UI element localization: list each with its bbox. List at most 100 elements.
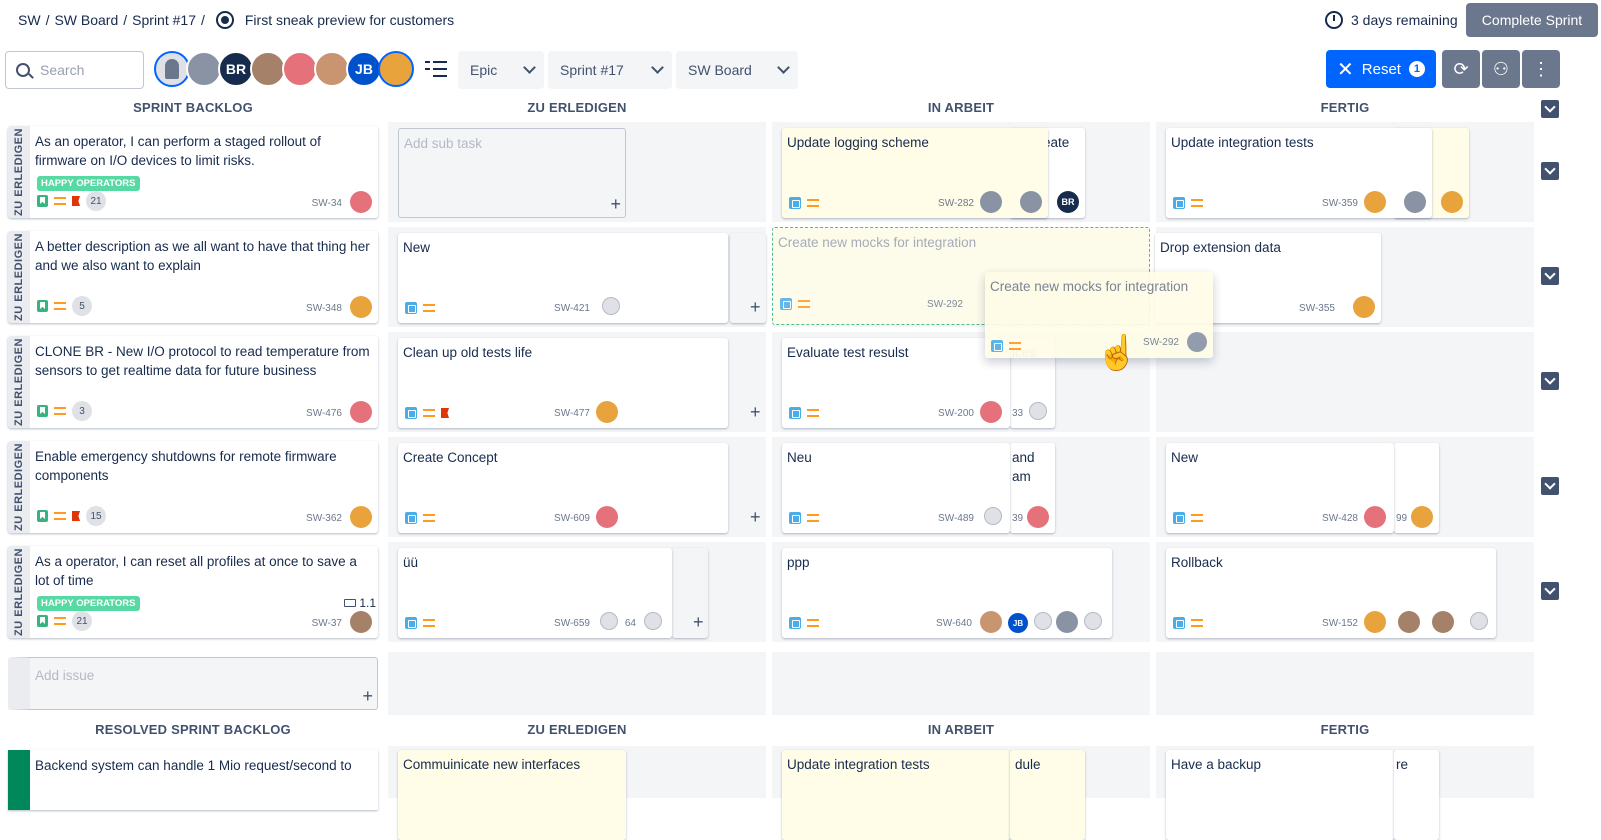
card-title: As an operator, I can perform a staged r… (35, 134, 321, 168)
subtask-card[interactable]: üü SW-659 64 (398, 548, 672, 638)
swimlane: ZU ERLEDIGEN CLONE BR - New I/O protocol… (0, 332, 1559, 432)
people-button[interactable]: ⚇ (1482, 50, 1520, 88)
issue-key[interactable]: SW-34 (312, 198, 342, 209)
avatar (644, 612, 662, 630)
search-input[interactable]: Search (5, 51, 144, 89)
avatar[interactable] (378, 51, 414, 87)
avatar-jb[interactable]: JB (346, 51, 382, 87)
fix-version: 1.1 (344, 596, 376, 610)
avatar (1034, 612, 1052, 630)
plus-icon[interactable]: + (610, 194, 621, 215)
subtask-card[interactable]: ppp SW-640 JB (782, 548, 1112, 638)
priority-icon (798, 300, 810, 308)
checklist-icon[interactable] (425, 58, 447, 80)
assignee-filter: BR JB (154, 51, 414, 87)
subtask-icon (405, 617, 417, 629)
avatar (596, 506, 618, 528)
subtask-card[interactable]: Rollback SW-152 (1166, 548, 1496, 638)
lane-toggle-button[interactable] (1541, 267, 1559, 285)
sprint-dropdown[interactable]: Sprint #17 (548, 51, 672, 89)
subtask-card[interactable]: Update integration tests (782, 750, 1010, 840)
lane-toggle-button[interactable] (1541, 477, 1559, 495)
subtask-count: 3 (72, 401, 92, 421)
subtask-card[interactable]: Evaluate test resulst SW-200 (782, 338, 1010, 428)
plus-icon[interactable]: + (750, 507, 761, 528)
subtask-icon (1173, 512, 1185, 524)
backlog-card[interactable]: ZU ERLEDIGEN Enable emergency shutdowns … (8, 441, 378, 533)
avatar (1029, 402, 1047, 420)
avatar (1470, 612, 1488, 630)
avatar-jb: JB (1008, 613, 1028, 633)
stacked-card[interactable]: re (1394, 750, 1439, 840)
avatar (1027, 506, 1049, 528)
avatar (1364, 611, 1386, 633)
complete-sprint-button[interactable]: Complete Sprint (1466, 3, 1598, 37)
avatar (1084, 612, 1102, 630)
subtask-icon (405, 512, 417, 524)
label-badge: HAPPY OPERATORS (37, 176, 140, 191)
backlog-card[interactable]: ZU ERLEDIGEN As a operator, I can reset … (8, 546, 378, 638)
subtask-card[interactable]: Create Concept SW-609 (398, 443, 728, 533)
priority-icon (807, 409, 819, 417)
avatar (596, 401, 618, 423)
plus-icon[interactable]: + (750, 402, 761, 423)
board-dropdown[interactable]: SW Board (676, 51, 798, 89)
subtask-card[interactable]: Clean up old tests life SW-477 (398, 338, 728, 428)
avatar (1404, 191, 1426, 213)
avatar (350, 611, 372, 633)
story-icon (37, 615, 48, 627)
filter-count-badge: 1 (1408, 61, 1425, 77)
swimlane: ZU ERLEDIGEN Enable emergency shutdowns … (0, 437, 1559, 537)
subtask-card[interactable]: Update logging scheme SW-282 (782, 128, 1048, 218)
collapse-all-button[interactable] (1541, 100, 1559, 118)
plus-icon[interactable]: + (362, 686, 373, 707)
subtask-icon (789, 512, 801, 524)
avatar[interactable] (250, 51, 286, 87)
avatar-br: BR (1057, 191, 1079, 213)
backlog-card[interactable]: ZU ERLEDIGEN CLONE BR - New I/O protocol… (8, 336, 378, 428)
avatar (980, 401, 1002, 423)
stacked-card[interactable]: dule (1010, 750, 1085, 840)
add-subtask-card[interactable]: Add sub task + (398, 128, 626, 218)
search-placeholder: Search (40, 62, 85, 78)
lane-toggle-button[interactable] (1541, 162, 1559, 180)
refresh-button[interactable]: ⟳ (1442, 50, 1480, 88)
subtask-card[interactable]: Neu SW-489 (782, 443, 1010, 533)
backlog-card[interactable]: ZU ERLEDIGEN A better description as we … (8, 231, 378, 323)
plus-icon[interactable]: + (750, 297, 761, 318)
avatar[interactable] (282, 51, 318, 87)
epic-dropdown[interactable]: Epic (458, 51, 544, 89)
breadcrumb-sprint[interactable]: Sprint #17 (132, 12, 196, 28)
more-button[interactable]: ⋮ (1522, 50, 1560, 88)
stacked-card[interactable]: and am 39 (1010, 443, 1055, 533)
remaining-text: 3 days remaining (1351, 12, 1458, 28)
swimlane: ZU ERLEDIGEN A better description as we … (0, 227, 1559, 327)
chevron-down-icon (651, 61, 664, 74)
backlog-card[interactable]: ZU ERLEDIGEN As an operator, I can perfo… (8, 126, 378, 218)
subtask-icon (405, 407, 417, 419)
subtask-card[interactable]: New SW-428 (1166, 443, 1394, 533)
breadcrumb-board[interactable]: SW Board (54, 12, 118, 28)
backlog-card[interactable]: Backend system can handle 1 Mio request/… (8, 750, 378, 810)
avatar[interactable] (314, 51, 350, 87)
add-issue-card[interactable]: Add issue + (8, 657, 378, 710)
reset-button[interactable]: ✕ Reset 1 (1326, 50, 1436, 88)
priority-icon (1191, 514, 1203, 522)
subtask-card[interactable]: Update integration tests SW-359 (1166, 128, 1432, 218)
stacked-card[interactable]: 99 (1394, 443, 1439, 533)
card-title: A better description as we all want to h… (35, 239, 370, 273)
avatar[interactable] (186, 51, 222, 87)
breadcrumb-sw[interactable]: SW (18, 12, 41, 28)
avatar-br[interactable]: BR (218, 51, 254, 87)
avatar (1441, 191, 1463, 213)
subtask-card[interactable]: Commuinicate new interfaces (398, 750, 626, 840)
version-icon (344, 599, 357, 607)
lane-toggle-button[interactable] (1541, 372, 1559, 390)
lane-toggle-button[interactable] (1541, 582, 1559, 600)
subtask-card[interactable]: Have a backup (1166, 750, 1394, 840)
people-icon: ⚇ (1492, 58, 1510, 79)
resolved-swimlane: Backend system can handle 1 Mio request/… (0, 746, 1540, 840)
unassigned-avatar[interactable] (154, 51, 190, 87)
plus-icon[interactable]: + (693, 612, 704, 633)
subtask-card[interactable]: New SW-421 (398, 233, 728, 323)
